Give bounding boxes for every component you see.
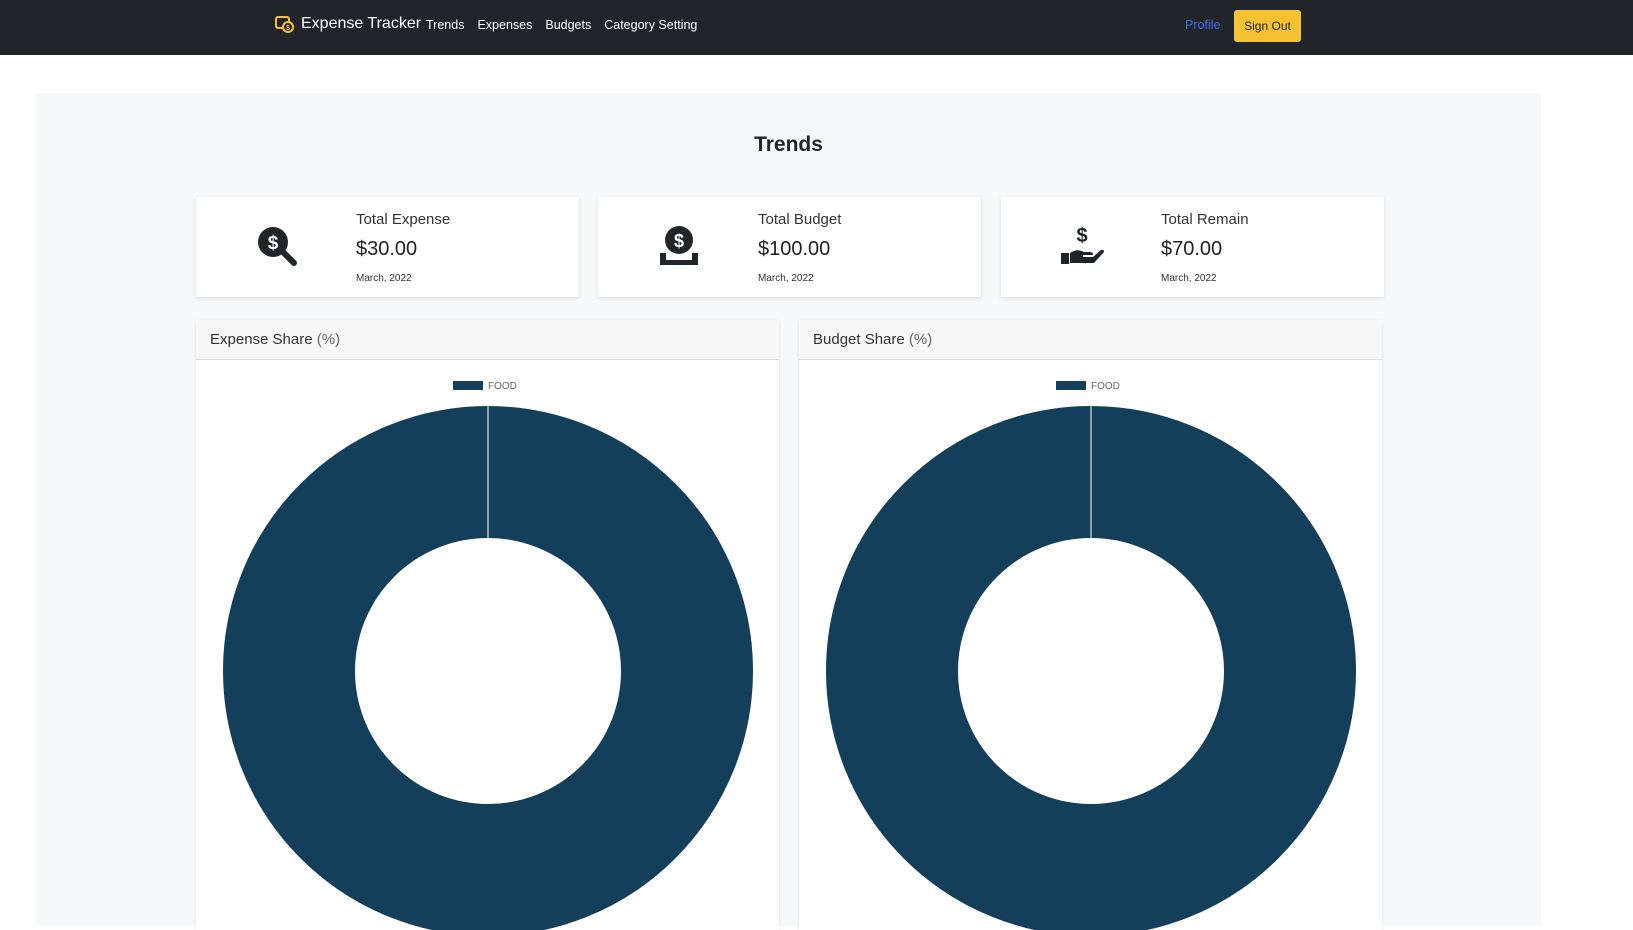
legend-swatch[interactable] [1056,381,1086,390]
chart-title: Budget Share [813,331,905,348]
top-navbar: $ Expense Tracker Trends Expenses Budget… [0,0,1633,55]
stat-date: March, 2022 [1161,273,1217,284]
svg-text:$: $ [286,25,290,32]
stat-date: March, 2022 [356,273,412,284]
hand-holding-usd-icon: $ [1061,225,1104,264]
donut-slice[interactable] [223,406,753,930]
page-title: Trends [754,133,823,156]
stat-value: $30.00 [356,238,418,260]
stat-label: Total Budget [758,211,842,228]
brand[interactable]: $ Expense Tracker [275,14,421,34]
expense-share-chart: FOOD [223,381,753,930]
stat-label: Total Remain [1161,211,1249,228]
donut-slice[interactable] [826,406,1356,930]
nav-link-category-setting[interactable]: Category Setting [604,18,697,32]
legend-label: FOOD [488,381,517,392]
chart-title-suffix: (%) [316,331,341,348]
svg-text:$: $ [1076,225,1087,247]
expense-share-card: Expense Share (%) FOOD [196,320,779,930]
stat-label: Total Expense [356,211,451,228]
stat-card-total-expense: $ Total Expense $30.00 March, 2022 [196,197,579,297]
stat-date: March, 2022 [758,273,814,284]
nav-link-expenses[interactable]: Expenses [477,18,532,32]
search-dollar-icon: $ [258,227,297,266]
budget-share-card: Budget Share (%) FOOD [799,320,1382,930]
sign-out-button[interactable]: Sign Out [1234,10,1301,42]
legend-label: FOOD [1091,381,1120,392]
brand-name: Expense Tracker [301,15,422,32]
chart-title: Expense Share [210,331,313,348]
budget-share-chart: FOOD [826,381,1356,930]
nav-link-budgets[interactable]: Budgets [545,18,591,32]
chart-header: Budget Share (%) [799,320,1382,360]
stat-value: $100.00 [758,238,831,260]
stat-card-total-budget: $ Total Budget $100.00 March, 2022 [598,197,981,297]
chart-header: Expense Share (%) [196,320,779,360]
chart-title-suffix: (%) [908,331,933,348]
profile-link[interactable]: Profile [1185,18,1220,32]
stat-value: $70.00 [1161,238,1223,260]
svg-text:$: $ [268,233,279,254]
donate-icon: $ [660,226,698,265]
svg-text:$: $ [674,231,684,251]
nav-link-trends[interactable]: Trends [426,18,464,32]
stat-card-total-remain: $ Total Remain $70.00 March, 2022 [1001,197,1384,297]
main-panel: Trends $ Total Expense $30.00 March, 202… [36,93,1541,930]
nav-links: Trends Expenses Budgets Category Setting [426,18,710,32]
wallet-coin-icon: $ [275,16,294,33]
legend-swatch[interactable] [453,381,483,390]
